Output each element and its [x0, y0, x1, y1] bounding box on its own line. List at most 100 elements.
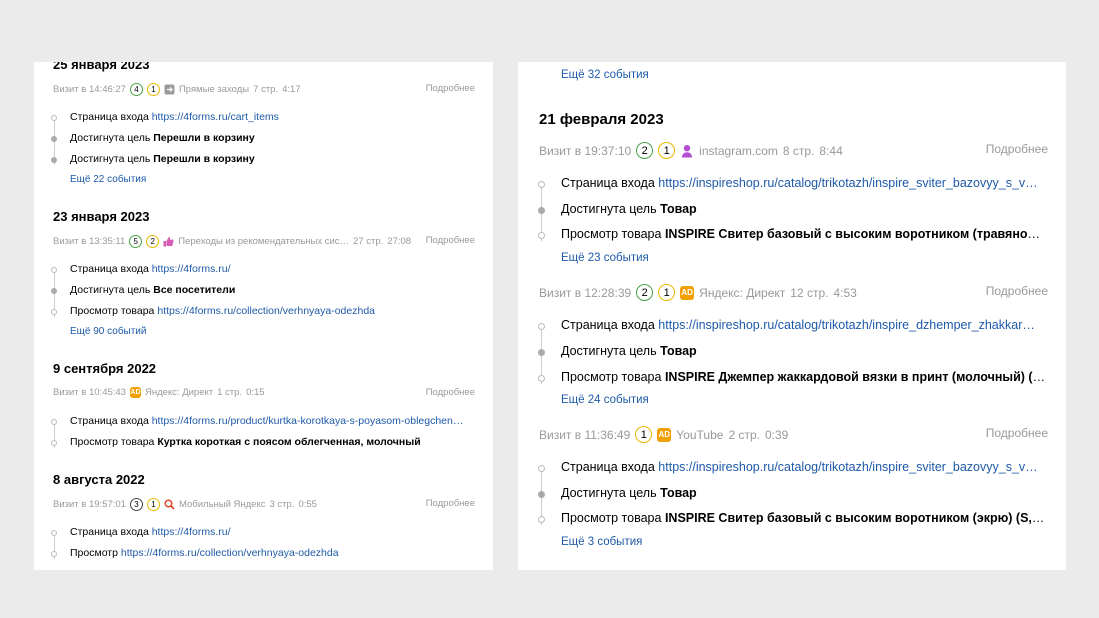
event-label: Страница входа — [561, 176, 655, 190]
visit-time: Визит в 12:28:39 — [539, 285, 632, 300]
visit-meta: Визит в 19:37:10 2 1 instagram.com 8 стр. 8:4… — [539, 142, 843, 159]
event-marker — [51, 530, 57, 536]
event-marker — [538, 516, 545, 523]
event-label: Страница входа — [70, 263, 149, 275]
event-url-link[interactable]: https://inspireshop.ru/catalog/trikotazh… — [658, 176, 1037, 190]
visit-meta: Визит в 10:45:43 AD Яндекс: Директ 1 стр. 0:… — [53, 387, 265, 398]
visit-date-heading: 8 августа 2022 — [53, 472, 145, 487]
pageviews-badge: 2 — [636, 142, 654, 159]
goal-marker — [538, 207, 545, 214]
event-url-link[interactable]: https://4forms.ru/collection/verhnyaya-o… — [121, 547, 339, 559]
event-row: Просмотр товара Куртка короткая с поясом… — [70, 436, 421, 448]
event-label: Страница входа — [70, 111, 149, 123]
event-marker — [51, 309, 57, 315]
event-row: Страница входа https://inspireshop.ru/ca… — [561, 176, 1038, 190]
visit-meta: Визит в 11:36:49 1 AD YouTube 2 стр. 0:39 — [539, 426, 788, 443]
visits-panel-left: 25 января 2023 Визит в 14:46:27 4 1 Прямые з… — [34, 62, 493, 570]
traffic-source: YouTube — [676, 427, 724, 442]
event-value: Все посетители — [153, 284, 236, 296]
page-count: 1 стр. — [217, 387, 243, 398]
event-label: Достигнута цель — [561, 344, 657, 358]
event-url-link[interactable]: https://4forms.ru/cart_items — [152, 111, 279, 123]
event-row: Просмотр товара INSPIRE Джемпер жаккардо… — [561, 370, 1047, 384]
details-link[interactable]: Подробнее — [426, 235, 475, 246]
goal-marker — [51, 157, 57, 163]
event-marker — [51, 419, 57, 425]
goals-badge: 1 — [146, 83, 160, 96]
details-link[interactable]: Подробнее — [426, 387, 475, 398]
visit-duration: 8:44 — [819, 143, 843, 158]
event-url-link[interactable]: https://4forms.ru/product/kurtka-korotka… — [152, 415, 464, 427]
event-marker — [538, 232, 545, 239]
event-url-link[interactable]: https://4forms.ru/ — [152, 263, 231, 275]
goal-marker — [538, 349, 545, 356]
traffic-source: Яндекс: Директ — [144, 387, 214, 398]
event-label: Достигнута цель — [70, 132, 151, 144]
event-label: Просмотр товара — [70, 305, 155, 317]
search-icon — [164, 499, 175, 510]
thumbs-up-icon — [163, 236, 174, 247]
visit-time: Визит в 13:35:11 — [53, 236, 126, 247]
event-url-link[interactable]: https://inspireshop.ru/catalog/trikotazh… — [658, 460, 1037, 474]
event-label: Достигнута цель — [561, 486, 657, 500]
details-link[interactable]: Подробнее — [426, 498, 475, 509]
event-marker — [538, 465, 545, 472]
instagram-icon — [680, 144, 694, 158]
visit-meta: Визит в 13:35:11 5 2 Переходы из рекомендат… — [53, 235, 411, 248]
event-row: Просмотр товара INSPIRE Свитер базовый с… — [561, 227, 1047, 241]
ad-icon: AD — [129, 387, 141, 398]
event-label: Достигнута цель — [561, 202, 657, 216]
event-value: Товар — [660, 486, 697, 500]
details-link[interactable]: Подробнее — [986, 426, 1048, 440]
visit-duration: 0:39 — [764, 427, 789, 442]
visit-time: Визит в 19:37:10 — [539, 143, 632, 158]
details-link[interactable]: Подробнее — [426, 83, 475, 94]
details-link[interactable]: Подробнее — [986, 284, 1048, 298]
traffic-source: Прямые заходы — [178, 84, 250, 95]
visit-time: Визит в 14:46:27 — [53, 84, 126, 95]
more-events-link[interactable]: Ещё 23 события — [561, 252, 649, 264]
event-row: Страница входа https://4forms.ru/product… — [70, 415, 463, 427]
visit-duration: 27:08 — [387, 236, 412, 247]
more-events-link[interactable]: Ещё 90 событий — [70, 326, 146, 337]
event-marker — [51, 551, 57, 557]
goals-badge: 1 — [658, 284, 676, 301]
event-row: Страница входа https://4forms.ru/ — [70, 526, 231, 538]
event-value: Товар — [660, 202, 697, 216]
event-value: Перешли в корзину — [153, 153, 255, 165]
event-marker — [538, 375, 545, 382]
event-url-link[interactable]: https://inspireshop.ru/catalog/trikotazh… — [658, 318, 1035, 332]
event-label: Страница входа — [70, 415, 149, 427]
visit-duration: 4:53 — [833, 285, 857, 300]
visit-time: Визит в 10:45:43 — [53, 387, 126, 398]
event-label: Просмотр товара — [561, 227, 662, 241]
more-events-link[interactable]: Ещё 32 события — [561, 69, 649, 81]
event-value: Куртка короткая с поясом облегченная, мо… — [157, 436, 421, 448]
more-events-link[interactable]: Ещё 22 события — [70, 174, 146, 185]
event-label: Просмотр товара — [70, 436, 155, 448]
event-label: Страница входа — [70, 526, 149, 538]
more-events-link[interactable]: Ещё 3 события — [561, 536, 642, 548]
ad-icon: AD — [657, 427, 672, 442]
goals-badge: 1 — [658, 142, 676, 159]
page-count: 7 стр. — [253, 84, 279, 95]
event-label: Страница входа — [561, 460, 655, 474]
event-label: Просмотр — [70, 547, 118, 559]
goal-marker — [51, 288, 57, 294]
visit-date-heading: 23 января 2023 — [53, 209, 150, 224]
visit-meta: Визит в 12:28:39 2 1 AD Яндекс: Директ 12 стр… — [539, 284, 857, 301]
event-label: Просмотр товара — [561, 511, 662, 525]
event-url-link[interactable]: https://4forms.ru/ — [152, 526, 231, 538]
visit-time: Визит в 19:57:01 — [53, 499, 126, 510]
more-events-link[interactable]: Ещё 24 события — [561, 394, 649, 406]
visit-meta: Визит в 14:46:27 4 1 Прямые заходы 7 стр. 4:1… — [53, 83, 301, 96]
event-label: Достигнута цель — [70, 284, 151, 296]
event-row: Достигнута цель Товар — [561, 486, 697, 500]
details-link[interactable]: Подробнее — [986, 142, 1048, 156]
visit-meta: Визит в 19:57:01 3 1 Мобильный Яндекс 3 стр.… — [53, 498, 317, 511]
event-row: Просмотр товара https://4forms.ru/collec… — [70, 305, 375, 317]
event-value: Товар — [660, 344, 697, 358]
event-row: Достигнута цель Все посетители — [70, 284, 235, 296]
event-marker — [51, 115, 57, 121]
event-url-link[interactable]: https://4forms.ru/collection/verhnyaya-o… — [157, 305, 375, 317]
